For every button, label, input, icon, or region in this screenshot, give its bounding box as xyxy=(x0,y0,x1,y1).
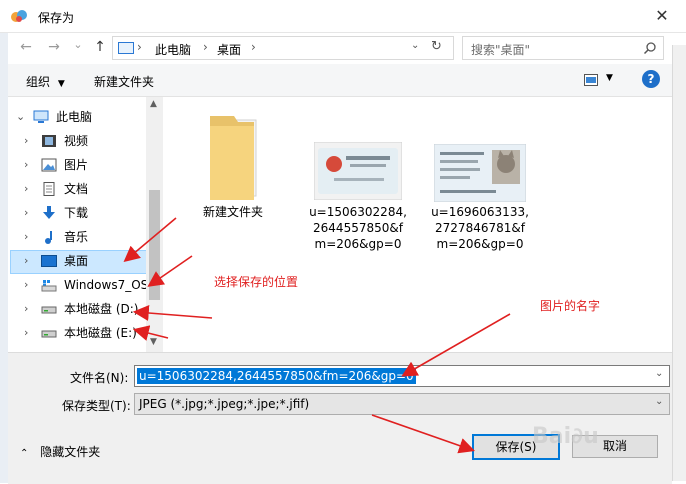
annotation-arrow xyxy=(371,414,476,454)
annotation-arrow xyxy=(132,305,213,321)
baidu-watermark: Bai∂u xyxy=(532,424,599,449)
annotation-arrows xyxy=(123,217,511,454)
annotation-arrow xyxy=(147,255,193,287)
annotation-arrow xyxy=(123,217,177,263)
annotation-arrow xyxy=(132,325,169,341)
annotation-arrow xyxy=(401,313,511,377)
